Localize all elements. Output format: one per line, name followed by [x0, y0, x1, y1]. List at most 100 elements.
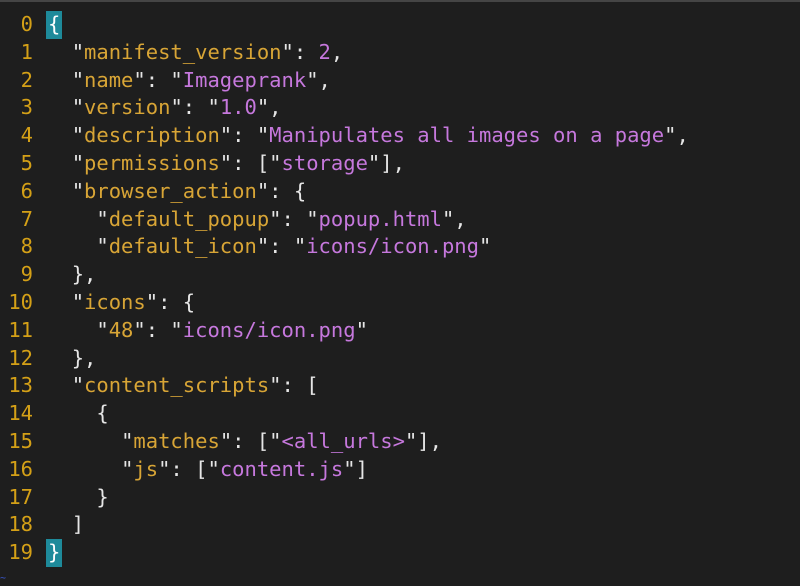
line-number: 10: [8, 289, 33, 314]
json-punctuation: },: [71, 262, 97, 287]
line-number: 13: [8, 373, 33, 398]
code-line[interactable]: 11 "48": "icons/icon.png": [0, 317, 689, 345]
code-line[interactable]: 17 }: [0, 484, 689, 512]
line-number: 2: [20, 67, 33, 92]
code-line[interactable]: 9 },: [0, 261, 689, 289]
line-number: 5: [20, 150, 33, 175]
line-number: 14: [8, 401, 33, 426]
json-key: browser_action: [84, 178, 257, 203]
code-line[interactable]: 18 ]: [0, 511, 689, 539]
line-content: "version": "1.0",: [47, 94, 282, 122]
code-line[interactable]: 19}: [0, 539, 689, 567]
line-number: 3: [20, 95, 33, 120]
json-string: storage: [281, 150, 368, 175]
line-content: "default_popup": "popup.html",: [47, 206, 467, 234]
json-punctuation: ]: [71, 512, 85, 537]
json-punctuation: ": ": [256, 234, 307, 259]
json-key: icons: [84, 289, 146, 314]
json-punctuation: ",: [441, 206, 467, 231]
code-line[interactable]: 14 {: [0, 400, 689, 428]
line-content: },: [47, 261, 97, 289]
json-string: content.js: [219, 456, 344, 481]
json-punctuation: ": [": [219, 150, 282, 175]
json-punctuation: "],: [404, 428, 442, 453]
json-key: version: [84, 95, 171, 120]
json-punctuation: ": [71, 289, 85, 314]
code-editor[interactable]: 0{1 "manifest_version": 2, 2 "name": "Ima…: [0, 0, 800, 586]
line-content: "icons": {: [47, 289, 195, 317]
json-key: name: [84, 67, 134, 92]
json-punctuation: ": ": [269, 206, 319, 231]
json-punctuation: ": [96, 206, 109, 231]
code-line[interactable]: 4 "description": "Manipulates all images…: [0, 122, 689, 150]
json-key: 48: [108, 317, 134, 342]
line-number: 17: [8, 484, 33, 509]
json-punctuation: {: [96, 401, 109, 426]
code-line[interactable]: 12 },: [0, 345, 689, 373]
json-punctuation: ": [": [158, 456, 220, 481]
code-line[interactable]: 1 "manifest_version": 2,: [0, 39, 689, 67]
json-string: icons/icon.png: [306, 234, 479, 259]
code-line[interactable]: 8 "default_icon": "icons/icon.png": [0, 233, 689, 261]
line-number: 1: [20, 39, 33, 64]
json-punctuation: "],: [367, 150, 405, 175]
json-punctuation: ",: [256, 95, 282, 120]
json-punctuation: ": [71, 373, 85, 398]
code-line[interactable]: 16 "js": ["content.js"]: [0, 456, 689, 484]
json-punctuation: ":: [281, 39, 319, 64]
line-content: "content_scripts": [: [47, 372, 319, 400]
code-area[interactable]: 0{1 "manifest_version": 2, 2 "name": "Ima…: [0, 11, 689, 567]
json-punctuation: ": [: [269, 373, 319, 398]
line-content: "name": "Imageprank",: [47, 67, 331, 95]
json-key: manifest_version: [84, 39, 282, 64]
json-key: default_icon: [108, 234, 257, 259]
json-string: <all_urls>: [281, 428, 405, 453]
line-content: {: [47, 400, 109, 428]
code-line[interactable]: 15 "matches": ["<all_urls>"],: [0, 428, 689, 456]
code-line[interactable]: 7 "default_popup": "popup.html",: [0, 206, 689, 234]
json-string: Manipulates all images on a page: [269, 123, 665, 148]
json-punctuation: ": [121, 456, 134, 481]
json-key: description: [84, 123, 220, 148]
line-content: ]: [47, 511, 84, 539]
json-string: popup.html: [318, 206, 442, 231]
json-punctuation: ": [": [219, 428, 282, 453]
code-line[interactable]: 5 "permissions": ["storage"],: [0, 150, 689, 178]
code-line[interactable]: 13 "content_scripts": [: [0, 372, 689, 400]
line-number: 7: [20, 206, 33, 231]
code-line[interactable]: 3 "version": "1.0",: [0, 94, 689, 122]
json-punctuation: ": [71, 39, 85, 64]
code-line[interactable]: 6 "browser_action": {: [0, 178, 689, 206]
json-key: default_popup: [108, 206, 270, 231]
json-string: Imageprank: [182, 67, 307, 92]
json-punctuation: ": [355, 317, 368, 342]
line-number: 12: [8, 345, 33, 370]
json-punctuation: ": [121, 428, 134, 453]
code-line[interactable]: 10 "icons": {: [0, 289, 689, 317]
line-content: "default_icon": "icons/icon.png": [47, 233, 491, 261]
line-content: "48": "icons/icon.png": [47, 317, 368, 345]
code-line[interactable]: 0{: [0, 11, 689, 39]
line-content: "description": "Manipulates all images o…: [47, 122, 689, 150]
json-punctuation: ": ": [219, 123, 270, 148]
json-punctuation: ": [479, 234, 492, 259]
line-number: 11: [8, 317, 33, 342]
json-punctuation: }: [96, 484, 109, 509]
matched-bracket: {: [46, 11, 63, 39]
line-content: "js": ["content.js"]: [47, 456, 368, 484]
line-content: }: [47, 484, 109, 512]
code-line[interactable]: 2 "name": "Imageprank",: [0, 67, 689, 95]
